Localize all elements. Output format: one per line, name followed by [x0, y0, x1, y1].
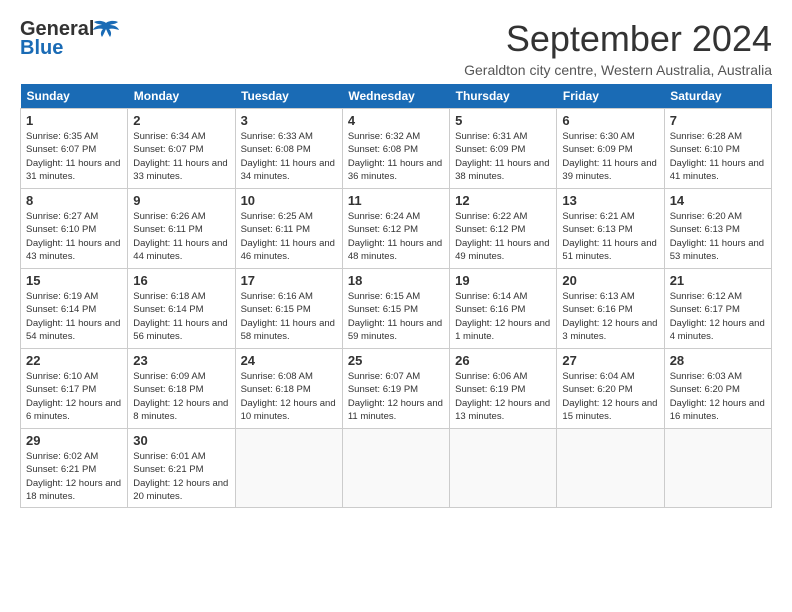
col-monday: Monday — [128, 84, 235, 109]
table-row: 17Sunrise: 6:16 AM Sunset: 6:15 PM Dayli… — [235, 269, 342, 349]
table-row: 9Sunrise: 6:26 AM Sunset: 6:11 PM Daylig… — [128, 189, 235, 269]
table-row — [557, 429, 664, 508]
table-row: 26Sunrise: 6:06 AM Sunset: 6:19 PM Dayli… — [450, 349, 557, 429]
table-row: 25Sunrise: 6:07 AM Sunset: 6:19 PM Dayli… — [342, 349, 449, 429]
logo-blue: Blue — [20, 37, 63, 60]
col-friday: Friday — [557, 84, 664, 109]
table-row: 12Sunrise: 6:22 AM Sunset: 6:12 PM Dayli… — [450, 189, 557, 269]
table-row: 21Sunrise: 6:12 AM Sunset: 6:17 PM Dayli… — [664, 269, 771, 349]
logo: General Blue — [20, 18, 120, 60]
logo-bird-icon — [92, 19, 120, 41]
table-row: 10Sunrise: 6:25 AM Sunset: 6:11 PM Dayli… — [235, 189, 342, 269]
table-row: 23Sunrise: 6:09 AM Sunset: 6:18 PM Dayli… — [128, 349, 235, 429]
table-row — [664, 429, 771, 508]
table-row — [235, 429, 342, 508]
header-row: Sunday Monday Tuesday Wednesday Thursday… — [21, 84, 772, 109]
calendar-table: Sunday Monday Tuesday Wednesday Thursday… — [20, 84, 772, 508]
col-tuesday: Tuesday — [235, 84, 342, 109]
table-row: 7Sunrise: 6:28 AM Sunset: 6:10 PM Daylig… — [664, 109, 771, 189]
table-row: 27Sunrise: 6:04 AM Sunset: 6:20 PM Dayli… — [557, 349, 664, 429]
calendar-subtitle: Geraldton city centre, Western Australia… — [464, 62, 772, 78]
table-row: 6Sunrise: 6:30 AM Sunset: 6:09 PM Daylig… — [557, 109, 664, 189]
table-row: 18Sunrise: 6:15 AM Sunset: 6:15 PM Dayli… — [342, 269, 449, 349]
col-sunday: Sunday — [21, 84, 128, 109]
table-row — [342, 429, 449, 508]
table-row: 11Sunrise: 6:24 AM Sunset: 6:12 PM Dayli… — [342, 189, 449, 269]
table-row: 19Sunrise: 6:14 AM Sunset: 6:16 PM Dayli… — [450, 269, 557, 349]
table-row: 8Sunrise: 6:27 AM Sunset: 6:10 PM Daylig… — [21, 189, 128, 269]
table-row: 20Sunrise: 6:13 AM Sunset: 6:16 PM Dayli… — [557, 269, 664, 349]
header: General Blue September 2024 Geraldton ci… — [20, 18, 772, 78]
table-row: 30Sunrise: 6:01 AM Sunset: 6:21 PM Dayli… — [128, 429, 235, 508]
col-thursday: Thursday — [450, 84, 557, 109]
table-row: 4Sunrise: 6:32 AM Sunset: 6:08 PM Daylig… — [342, 109, 449, 189]
table-row: 16Sunrise: 6:18 AM Sunset: 6:14 PM Dayli… — [128, 269, 235, 349]
col-wednesday: Wednesday — [342, 84, 449, 109]
table-row: 2Sunrise: 6:34 AM Sunset: 6:07 PM Daylig… — [128, 109, 235, 189]
table-row: 1Sunrise: 6:35 AM Sunset: 6:07 PM Daylig… — [21, 109, 128, 189]
table-row: 24Sunrise: 6:08 AM Sunset: 6:18 PM Dayli… — [235, 349, 342, 429]
col-saturday: Saturday — [664, 84, 771, 109]
table-row: 14Sunrise: 6:20 AM Sunset: 6:13 PM Dayli… — [664, 189, 771, 269]
calendar-title: September 2024 — [464, 18, 772, 60]
table-row: 5Sunrise: 6:31 AM Sunset: 6:09 PM Daylig… — [450, 109, 557, 189]
table-row: 22Sunrise: 6:10 AM Sunset: 6:17 PM Dayli… — [21, 349, 128, 429]
table-row: 15Sunrise: 6:19 AM Sunset: 6:14 PM Dayli… — [21, 269, 128, 349]
table-row: 13Sunrise: 6:21 AM Sunset: 6:13 PM Dayli… — [557, 189, 664, 269]
table-row: 28Sunrise: 6:03 AM Sunset: 6:20 PM Dayli… — [664, 349, 771, 429]
page: General Blue September 2024 Geraldton ci… — [0, 0, 792, 518]
title-area: September 2024 Geraldton city centre, We… — [464, 18, 772, 78]
table-row: 3Sunrise: 6:33 AM Sunset: 6:08 PM Daylig… — [235, 109, 342, 189]
table-row — [450, 429, 557, 508]
table-row: 29Sunrise: 6:02 AM Sunset: 6:21 PM Dayli… — [21, 429, 128, 508]
